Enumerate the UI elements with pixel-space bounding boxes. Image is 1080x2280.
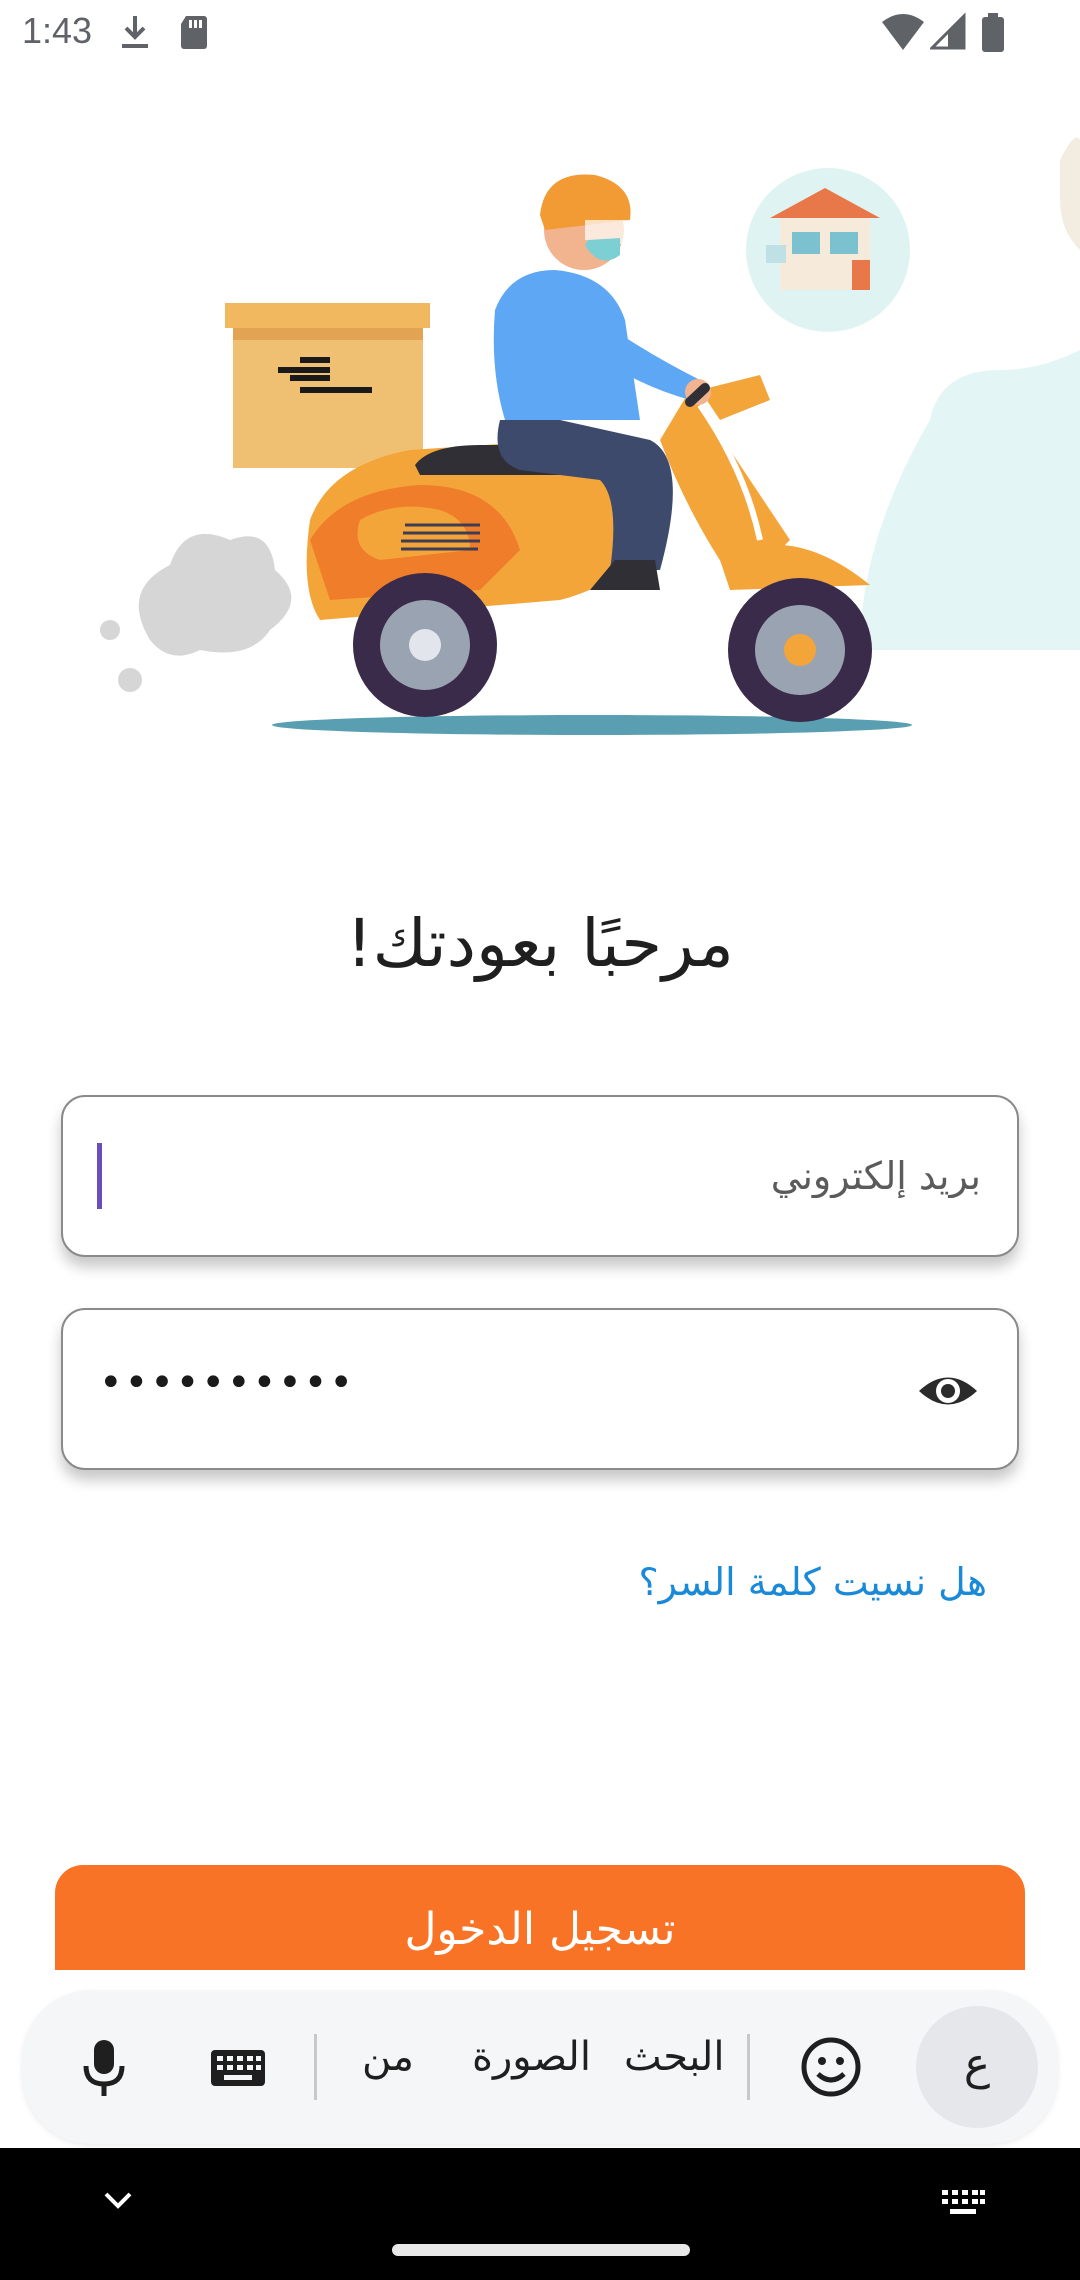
welcome-title: !مرحبًا بعودتك (346, 905, 734, 982)
show-password-eye-icon[interactable] (915, 1358, 981, 1424)
home-gesture-handle[interactable] (392, 2244, 690, 2256)
suggestion-divider (747, 2034, 750, 2100)
text-caret (97, 1143, 102, 1209)
status-time: 1:43 (22, 10, 93, 51)
microphone-icon[interactable] (74, 2034, 134, 2100)
keyboard-switch-icon[interactable] (940, 2188, 986, 2218)
suggestion-divider (314, 2034, 317, 2100)
wifi-icon (882, 14, 924, 50)
signal-icon (930, 12, 966, 50)
password-field[interactable]: •••••••••• (61, 1308, 1019, 1470)
language-switch-key[interactable]: ع (916, 2006, 1038, 2128)
status-bar: 1:43 (0, 0, 1080, 70)
forgot-password-link[interactable]: هل نسيت كلمة السر؟ (639, 1560, 988, 1604)
suggestion-2[interactable]: الصورة (472, 2034, 591, 2080)
download-icon (122, 16, 148, 48)
login-screen: 1:43 !مرحبًا بعودتك بريد إلكتروني ••••••… (0, 0, 1080, 2280)
suggestion-1[interactable]: البحث (624, 2034, 724, 2080)
chevron-down-icon[interactable] (100, 2188, 136, 2212)
keyboard-toolbar: من الصورة البحث ع (0, 1970, 1080, 2148)
emoji-icon[interactable] (798, 2034, 864, 2100)
navigation-bar (0, 2148, 1080, 2280)
battery-icon (982, 13, 1004, 52)
sd-card-icon (181, 16, 207, 49)
login-button[interactable]: تسجيل الدخول (55, 1865, 1025, 1970)
keyboard-suggestion-bar: من الصورة البحث ع (22, 1990, 1058, 2144)
keyboard-icon[interactable] (208, 2034, 268, 2100)
email-input[interactable] (99, 1097, 981, 1255)
password-masked-value: •••••••••• (99, 1360, 355, 1406)
email-field[interactable] (61, 1095, 1019, 1257)
suggestion-3[interactable]: من (362, 2034, 414, 2080)
delivery-scooter-illustration (100, 137, 1080, 735)
